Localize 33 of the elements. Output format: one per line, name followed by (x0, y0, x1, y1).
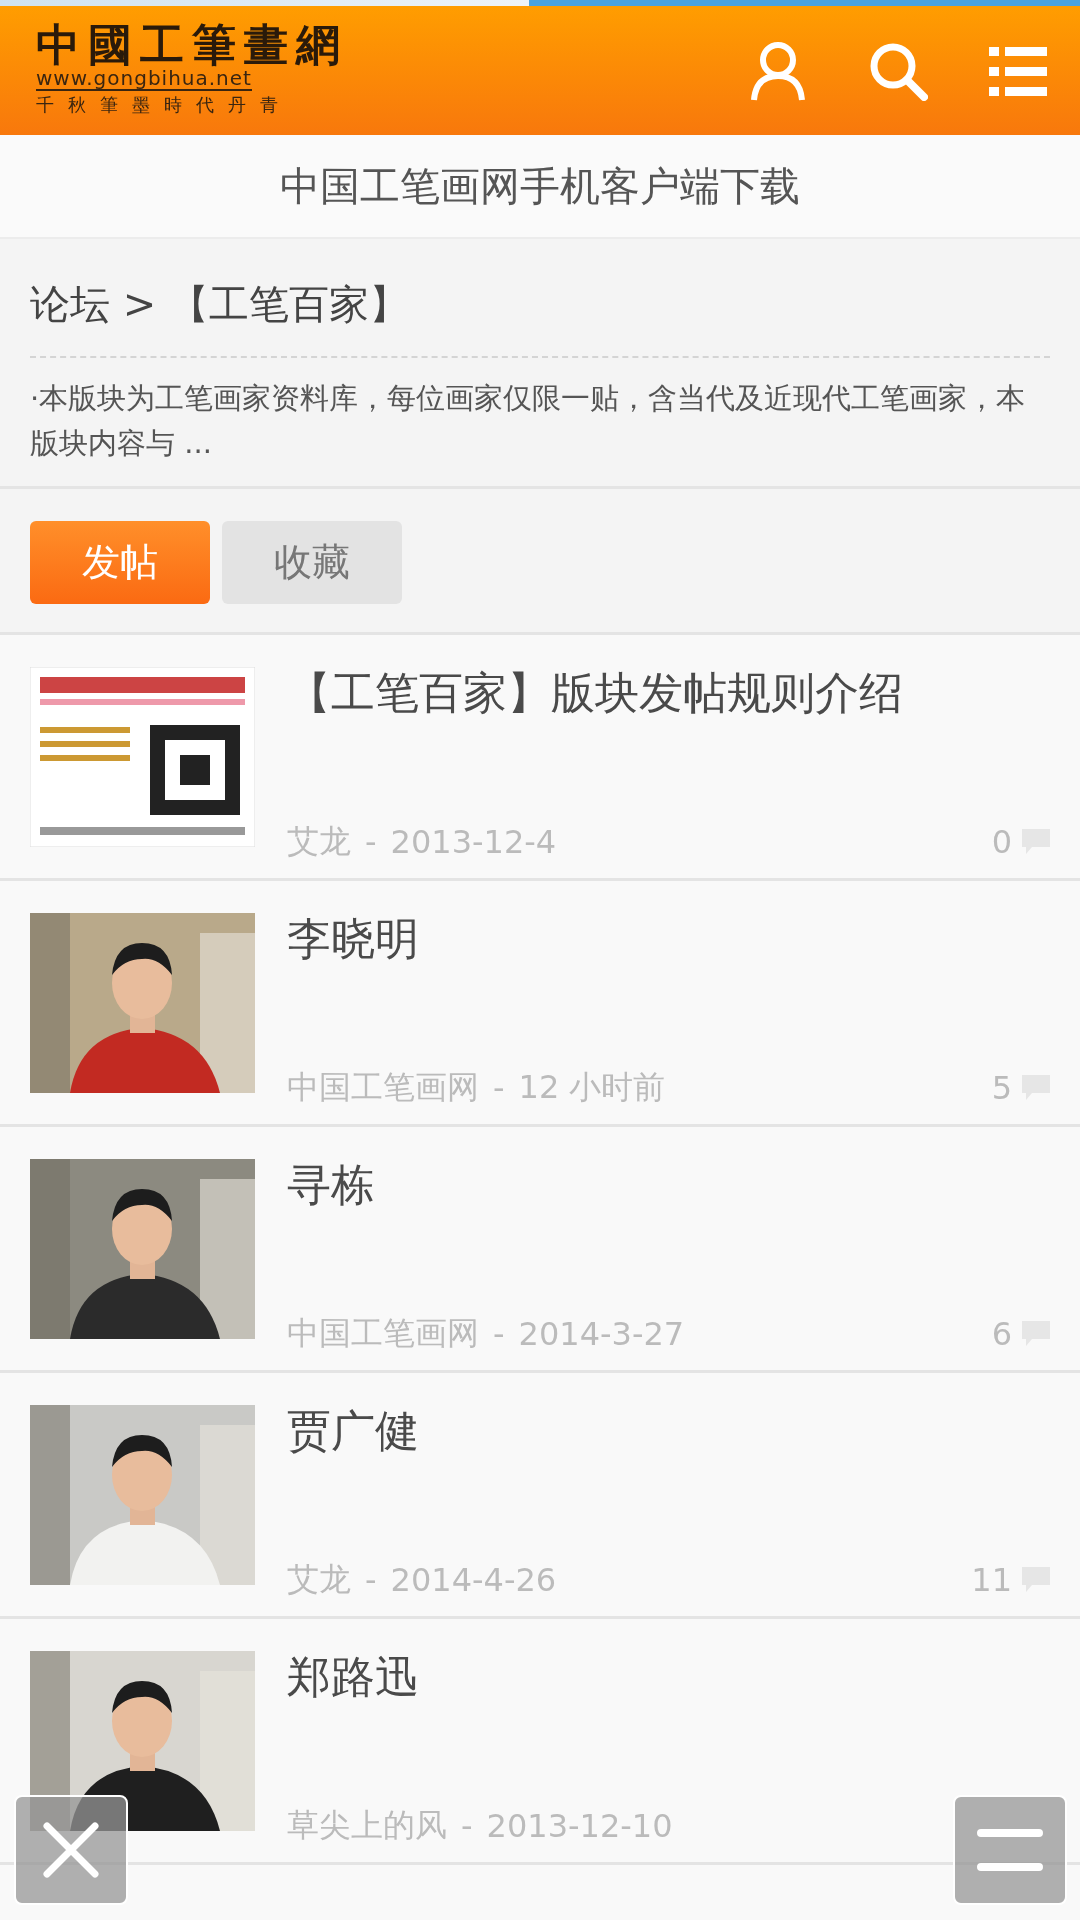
close-button[interactable] (14, 1795, 128, 1905)
post-author: 艾龙 (287, 821, 351, 862)
breadcrumb: 论坛 > 【工笔百家】 (30, 277, 1050, 358)
logo-url: www.gongbihua.net (36, 66, 252, 91)
separator: - (493, 1315, 505, 1353)
post-author: 草尖上的风 (287, 1805, 447, 1846)
post-author: 中国工笔画网 (287, 1067, 479, 1108)
reply-count: 5 (991, 1069, 1012, 1107)
post-date: 2013-12-10 (486, 1807, 673, 1845)
post-date: 2014-3-27 (518, 1315, 685, 1353)
post-date: 12 小时前 (518, 1067, 666, 1108)
post-title[interactable]: 郑路迅 (287, 1647, 1050, 1707)
post-title[interactable]: 寻栋 (287, 1155, 1050, 1215)
post-title[interactable]: 李晓明 (287, 909, 1050, 969)
post-title[interactable]: 【工笔百家】版块发帖规则介绍 (287, 663, 1050, 723)
logo-title: 中國工筆畫網 (36, 22, 348, 67)
separator: - (461, 1807, 473, 1845)
post-author: 中国工笔画网 (287, 1313, 479, 1354)
menu-button[interactable] (953, 1795, 1067, 1905)
separator: - (365, 823, 377, 861)
separator: - (493, 1069, 505, 1107)
logo-motto: 千秋筆墨時代丹青 (36, 92, 292, 117)
post-author: 艾龙 (287, 1559, 351, 1600)
post-date: 2013-12-4 (390, 823, 557, 861)
post-date: 2014-4-26 (390, 1561, 557, 1599)
forum-description: ·本版块为工笔画家资料库，每位画家仅限一贴，含当代及近现代工笔画家，本版块内容与 ... (30, 380, 1027, 462)
reply-count: 0 (991, 823, 1012, 861)
post-title[interactable]: 贾广健 (287, 1401, 1050, 1461)
close-icon (41, 1820, 101, 1880)
download-link[interactable]: 中国工笔画网手机客户端下载 (280, 158, 800, 214)
separator: - (365, 1561, 377, 1599)
reply-count: 6 (991, 1315, 1012, 1353)
reply-count: 11 (971, 1561, 1012, 1599)
